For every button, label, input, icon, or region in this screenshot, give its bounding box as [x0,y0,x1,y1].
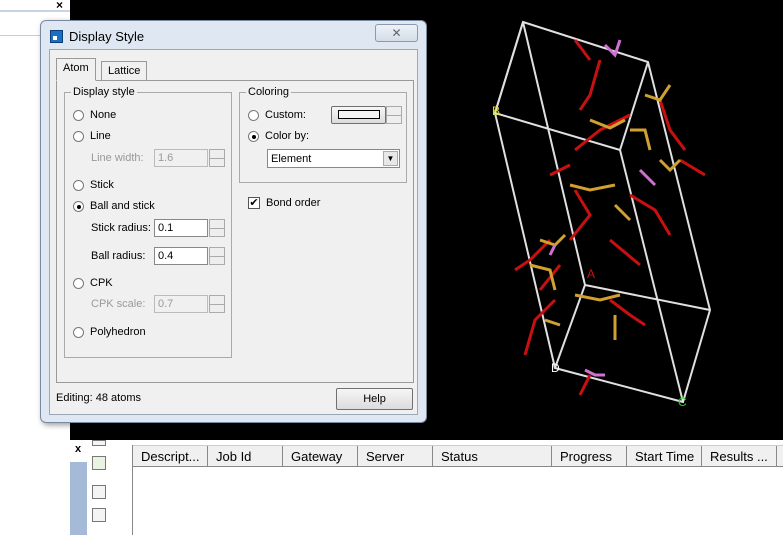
atom-tab-panel: Display style None Line Line width: 1.6 … [56,80,414,383]
ball-radius-label: Ball radius: [91,250,146,262]
line-width-input[interactable]: 1.6 [154,149,208,167]
cpk-scale-label: CPK scale: [91,298,146,310]
bond-order-checkbox[interactable]: ✔ Bond order [248,197,320,209]
tab-atom[interactable]: Atom [56,58,96,81]
column-header[interactable]: Start Time [627,446,702,466]
line-width-label: Line width: [91,152,144,164]
column-header[interactable]: Status [433,446,552,466]
display-style-dialog: Display Style ✕ Atom Lattice Display sty… [40,20,427,423]
group-label: Display style [73,86,135,98]
lattice-label-d: D [551,361,560,375]
column-header[interactable]: Server [358,446,433,466]
app-icon [50,30,63,43]
group-label: Coloring [248,86,289,98]
close-jobs-button[interactable]: x [75,443,81,455]
refresh-icon[interactable] [92,456,106,470]
radio-custom[interactable]: Custom: [248,109,306,121]
lattice-label-b: B [492,104,500,118]
status-text: Editing: 48 atoms [56,392,141,404]
radio-ball-and-stick[interactable]: Ball and stick [73,200,155,212]
dialog-title: Display Style [69,29,145,44]
color-by-value: Element [271,153,312,165]
ball-radius-input[interactable]: 0.4 [154,247,208,265]
close-button[interactable]: ✕ [375,24,418,42]
color-by-select[interactable]: Element ▼ [267,149,400,168]
line-width-spinner[interactable] [209,149,225,167]
custom-color-spinner[interactable] [386,106,402,124]
help-button[interactable]: Help [336,388,413,410]
radio-line[interactable]: Line [73,130,111,142]
checkbox-check-icon: ✔ [248,197,260,209]
ball-radius-spinner[interactable] [209,247,225,265]
column-header[interactable]: Progress [552,446,627,466]
stick-radius-input[interactable]: 0.1 [154,219,208,237]
cpk-scale-spinner[interactable] [209,295,225,313]
radio-stick[interactable]: Stick [73,179,114,191]
bonds [514,39,706,396]
custom-color-button[interactable] [331,106,386,124]
dialog-client: Atom Lattice Display style None Line Lin… [49,49,418,415]
chevron-down-icon[interactable]: ▼ [383,151,398,166]
jobs-panel: x Descript... Job Id Gateway Server Stat… [70,440,783,535]
side-strip [70,462,87,535]
lattice-label-a: A [587,267,595,281]
cpk-scale-input[interactable]: 0.7 [154,295,208,313]
jobs-table: Descript... Job Id Gateway Server Status… [132,445,783,535]
column-header[interactable]: Descript... [133,446,208,466]
radio-polyhedron[interactable]: Polyhedron [73,326,146,338]
bond-order-label: Bond order [266,197,321,209]
radio-color-by[interactable]: Color by: [248,130,309,142]
column-header[interactable]: Results ... [702,446,777,466]
edit-icon[interactable] [92,485,106,499]
toolbar-icon[interactable] [92,440,106,446]
stick-radius-spinner[interactable] [209,219,225,237]
radio-cpk[interactable]: CPK [73,277,113,289]
radio-none[interactable]: None [73,109,116,121]
tab-lattice[interactable]: Lattice [101,61,148,82]
column-header[interactable]: Gateway [283,446,358,466]
close-icon[interactable]: × [56,0,63,12]
table-header: Descript... Job Id Gateway Server Status… [133,445,783,467]
column-header[interactable]: Job Id [208,446,283,466]
lattice-label-c: C [678,395,687,409]
stick-radius-label: Stick radius: [91,222,151,234]
clipboard-icon[interactable] [92,508,106,522]
